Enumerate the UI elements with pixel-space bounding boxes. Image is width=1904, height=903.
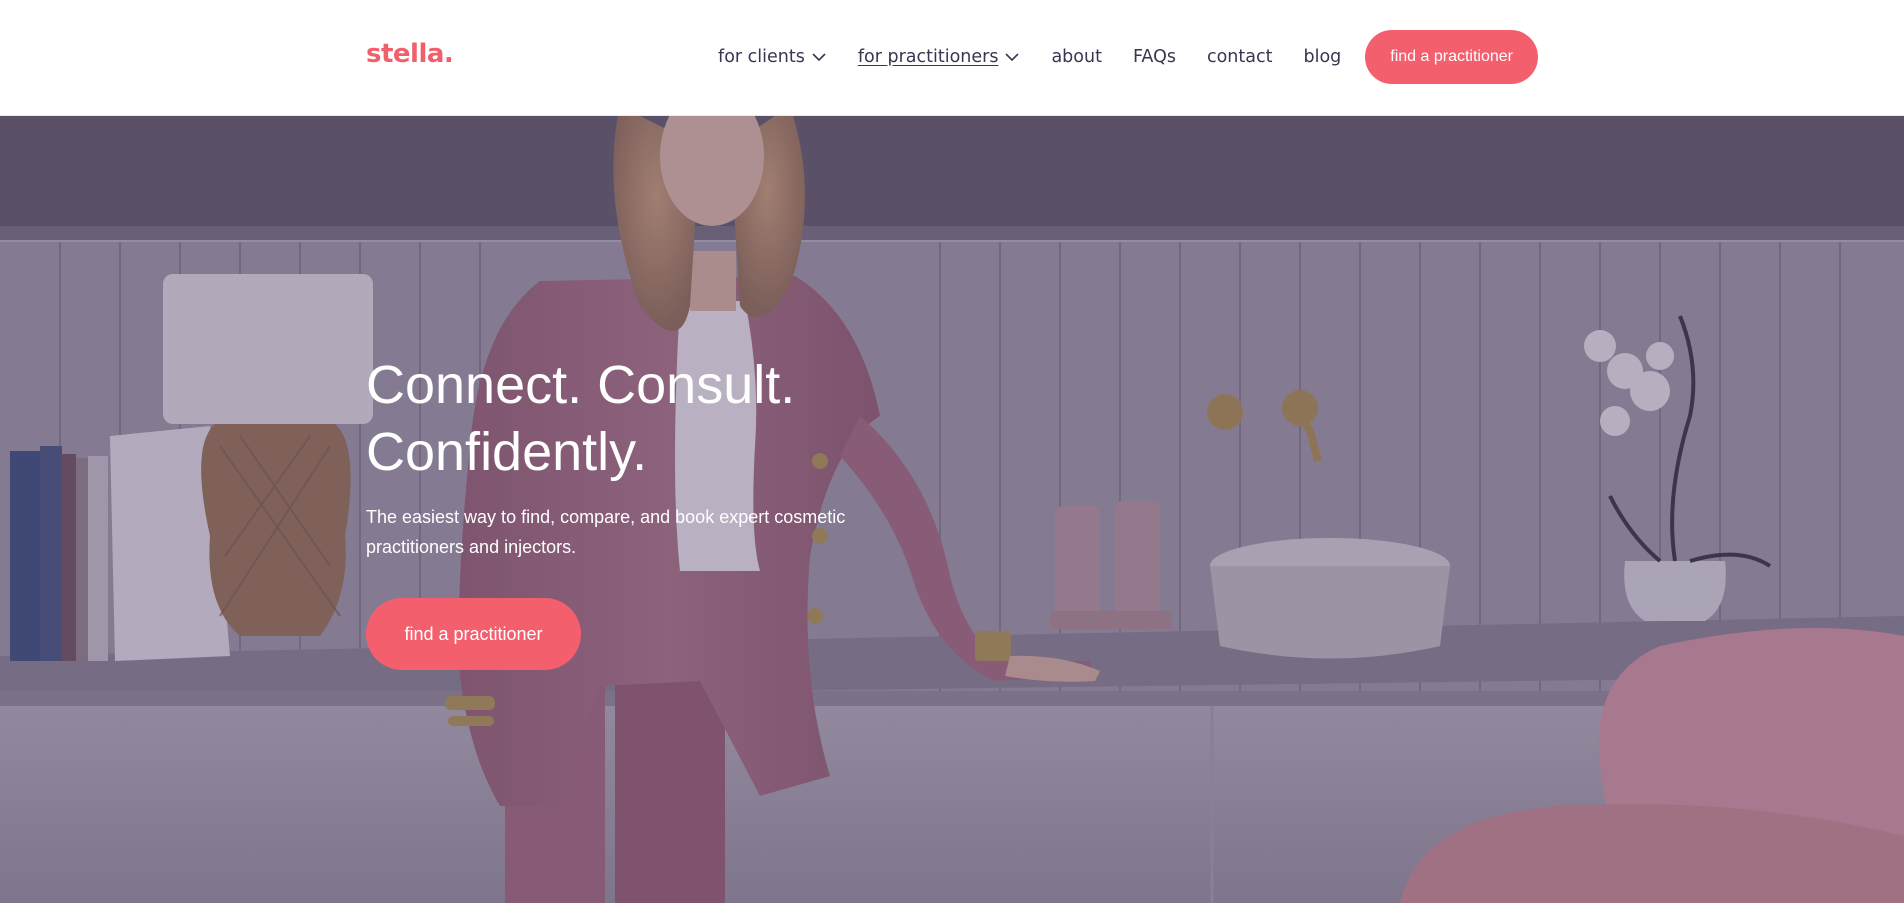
main-nav: for clients for practitioners about FAQs…	[718, 0, 1538, 114]
nav-item-label: FAQs	[1132, 47, 1176, 67]
stella-logo[interactable]: stella.	[366, 41, 454, 67]
nav-item-for-practitioners[interactable]: for practitioners	[858, 47, 1021, 67]
nav-item-label: for clients	[718, 47, 805, 67]
site-header: stella. for clients for practitioners ab…	[0, 0, 1904, 116]
hero-heading: Connect. Consult. Confidently.	[366, 355, 796, 482]
chevron-down-icon	[1005, 53, 1020, 62]
hero-section: Connect. Consult. Confidently. The easie…	[0, 116, 1904, 903]
nav-item-label: blog	[1303, 47, 1342, 67]
nav-item-blog[interactable]: blog	[1303, 47, 1341, 67]
hero-subheading: The easiest way to find, compare, and bo…	[366, 507, 846, 557]
hero-find-practitioner-button[interactable]: find a practitioner	[366, 598, 581, 670]
nav-item-about[interactable]: about	[1051, 47, 1102, 67]
header-find-practitioner-button[interactable]: find a practitioner	[1365, 30, 1538, 84]
hero-content: Connect. Consult. Confidently. The easie…	[366, 352, 1066, 670]
nav-item-label: for practitioners	[857, 47, 999, 67]
nav-item-label: about	[1051, 47, 1102, 67]
nav-item-faqs[interactable]: FAQs	[1133, 47, 1176, 67]
nav-item-label: contact	[1206, 47, 1273, 67]
nav-item-for-clients[interactable]: for clients	[718, 47, 827, 67]
chevron-down-icon	[812, 53, 826, 62]
nav-item-contact[interactable]: contact	[1207, 47, 1273, 67]
